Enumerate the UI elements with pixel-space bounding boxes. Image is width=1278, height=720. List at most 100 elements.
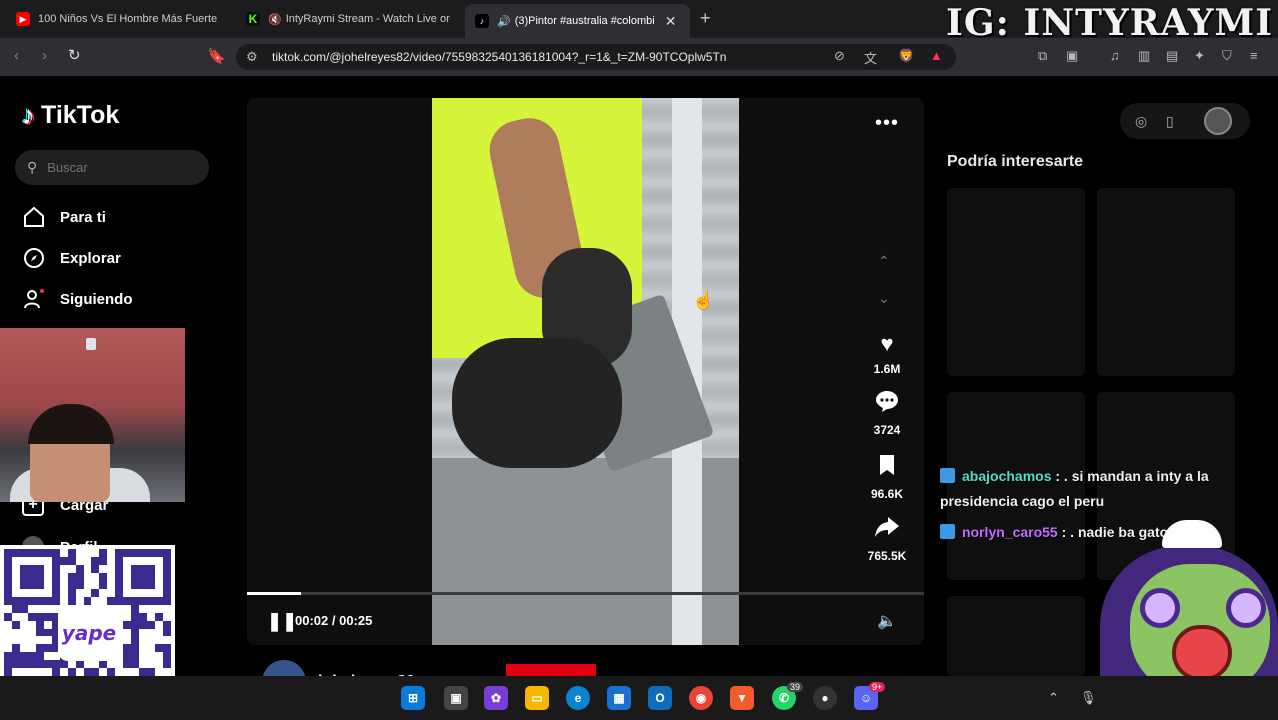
new-tab-button[interactable]: + <box>700 8 711 29</box>
forward-icon[interactable]: › <box>42 47 47 64</box>
nav-siguiendo[interactable]: Siguiendo <box>22 287 133 311</box>
wallet-icon[interactable]: ▤ <box>1166 48 1178 64</box>
qr-module <box>59 572 68 581</box>
device-icon[interactable]: ▯ <box>1166 113 1174 130</box>
qr-module <box>123 612 132 621</box>
windows-start-icon[interactable]: ⊞ <box>401 686 425 710</box>
qr-module <box>131 549 140 557</box>
url-text[interactable]: tiktok.com/@johelreyes82/video/755983254… <box>272 50 726 64</box>
recommended-video-card[interactable] <box>1097 188 1235 376</box>
user-avatar[interactable] <box>1204 107 1232 135</box>
search-box[interactable]: ⚲ <box>15 150 209 185</box>
brave-rewards-icon[interactable]: ▲ <box>930 48 943 63</box>
qr-module <box>43 644 52 653</box>
qr-module <box>91 549 100 557</box>
coin-icon[interactable]: ◎ <box>1135 113 1147 130</box>
screenshot-icon[interactable]: ▣ <box>1066 48 1078 64</box>
qr-module <box>155 572 164 581</box>
qr-module <box>43 596 52 605</box>
save-button[interactable]: 96.6K <box>857 454 917 501</box>
file-explorer-icon[interactable]: ▭ <box>525 686 549 710</box>
qr-module <box>4 652 12 661</box>
copilot-icon[interactable]: ✿ <box>484 686 508 710</box>
menu-icon[interactable]: ≡ <box>1250 48 1258 63</box>
qr-module <box>27 620 36 629</box>
back-icon[interactable]: ‹ <box>14 47 19 64</box>
media-icon[interactable]: ♫ <box>1110 48 1120 63</box>
qr-module <box>147 660 156 669</box>
close-tab-icon[interactable]: ✕ <box>665 13 677 30</box>
nav-label: Para ti <box>60 208 106 226</box>
extensions-icon[interactable]: ⧉ <box>1038 48 1047 64</box>
tab-tiktok-active[interactable]: ♪ 🔊 (3)Pintor #australia #colombi ✕ <box>465 4 690 38</box>
store-icon[interactable]: ▦ <box>607 686 631 710</box>
brave-icon[interactable]: ▼ <box>730 686 754 710</box>
qr-module <box>19 620 28 629</box>
outlook-icon[interactable]: O <box>648 686 672 710</box>
mouse-cursor-icon: ☝ <box>692 290 715 310</box>
search-input[interactable] <box>47 160 188 175</box>
qr-module <box>131 588 140 597</box>
brave-shields-icon[interactable]: 🦁 <box>898 48 914 64</box>
qr-module <box>43 652 52 661</box>
chrome-icon[interactable]: ◉ <box>689 686 713 710</box>
qr-module <box>115 564 124 573</box>
video-frame[interactable] <box>432 98 739 645</box>
tray-chevron-icon[interactable]: ⌃ <box>1048 690 1059 706</box>
obs-icon[interactable]: ● <box>813 686 837 710</box>
qr-module <box>131 596 140 605</box>
qr-module <box>35 556 44 565</box>
comment-button[interactable]: 3724 <box>857 390 917 437</box>
tiktok-logo[interactable]: ♪ TikTok <box>22 100 119 131</box>
site-settings-icon[interactable]: ⚙ <box>246 49 258 65</box>
more-options-icon[interactable]: ••• <box>875 112 899 135</box>
qr-module <box>147 572 156 581</box>
translate-icon[interactable]: 文 <box>864 48 877 67</box>
video-player[interactable]: ••• ⌃ ⌄ ♥ 1.6M 3724 96.6K 765.5K ❚❚ 00:0… <box>247 98 924 645</box>
qr-module <box>51 660 60 669</box>
nav-para-ti[interactable]: Para ti <box>22 205 106 229</box>
pause-icon[interactable]: ❚❚ <box>267 611 297 632</box>
qr-module <box>91 660 100 669</box>
qr-module <box>4 549 12 557</box>
qr-module <box>131 620 140 629</box>
no-tracking-icon[interactable]: ⊘ <box>834 48 845 64</box>
qr-module <box>59 556 68 565</box>
sidebar-icon[interactable]: ▥ <box>1138 48 1150 64</box>
tiktok-note-icon: ♪ <box>22 100 35 130</box>
qr-module <box>67 596 76 605</box>
bookmark-icon[interactable]: 🔖 <box>207 47 226 65</box>
save-count: 96.6K <box>870 487 904 501</box>
tab-title: (3)Pintor #australia #colombi <box>514 15 655 27</box>
qr-module <box>139 636 148 645</box>
previous-video-icon[interactable]: ⌃ <box>878 253 890 270</box>
leo-ai-icon[interactable]: ✦ <box>1194 48 1205 64</box>
qr-module <box>35 660 44 669</box>
reload-icon[interactable]: ↻ <box>68 46 81 64</box>
qr-module <box>19 572 28 581</box>
tab-youtube[interactable]: ▶ 100 Niños Vs El Hombre Más Fuerte <box>8 6 228 32</box>
tab-kick[interactable]: K 🔇 IntyRaymi Stream - Watch Live or <box>238 6 453 32</box>
qr-module <box>131 572 140 581</box>
like-button[interactable]: ♥ 1.6M <box>857 332 917 377</box>
task-view-icon[interactable]: ▣ <box>444 686 468 710</box>
qr-module <box>35 628 44 637</box>
qr-module <box>4 596 12 605</box>
qr-module <box>91 572 100 581</box>
next-video-icon[interactable]: ⌄ <box>878 290 890 307</box>
qr-module <box>163 660 171 669</box>
volume-icon[interactable]: 🔈 <box>877 611 897 631</box>
qr-module <box>131 580 140 589</box>
progress-bar[interactable] <box>247 592 924 595</box>
qr-module <box>139 620 148 629</box>
recommended-video-card[interactable] <box>947 596 1085 676</box>
edge-icon[interactable]: e <box>566 686 590 710</box>
vpn-icon[interactable]: ⛉ <box>1222 48 1232 64</box>
share-button[interactable]: 765.5K <box>857 516 917 563</box>
qr-module <box>123 596 132 605</box>
follow-button[interactable] <box>506 664 596 676</box>
nav-explorar[interactable]: Explorar <box>22 246 121 270</box>
microphone-icon[interactable]: 🎙 <box>1080 690 1097 706</box>
recommended-video-card[interactable] <box>947 188 1085 376</box>
qr-module <box>11 572 20 581</box>
